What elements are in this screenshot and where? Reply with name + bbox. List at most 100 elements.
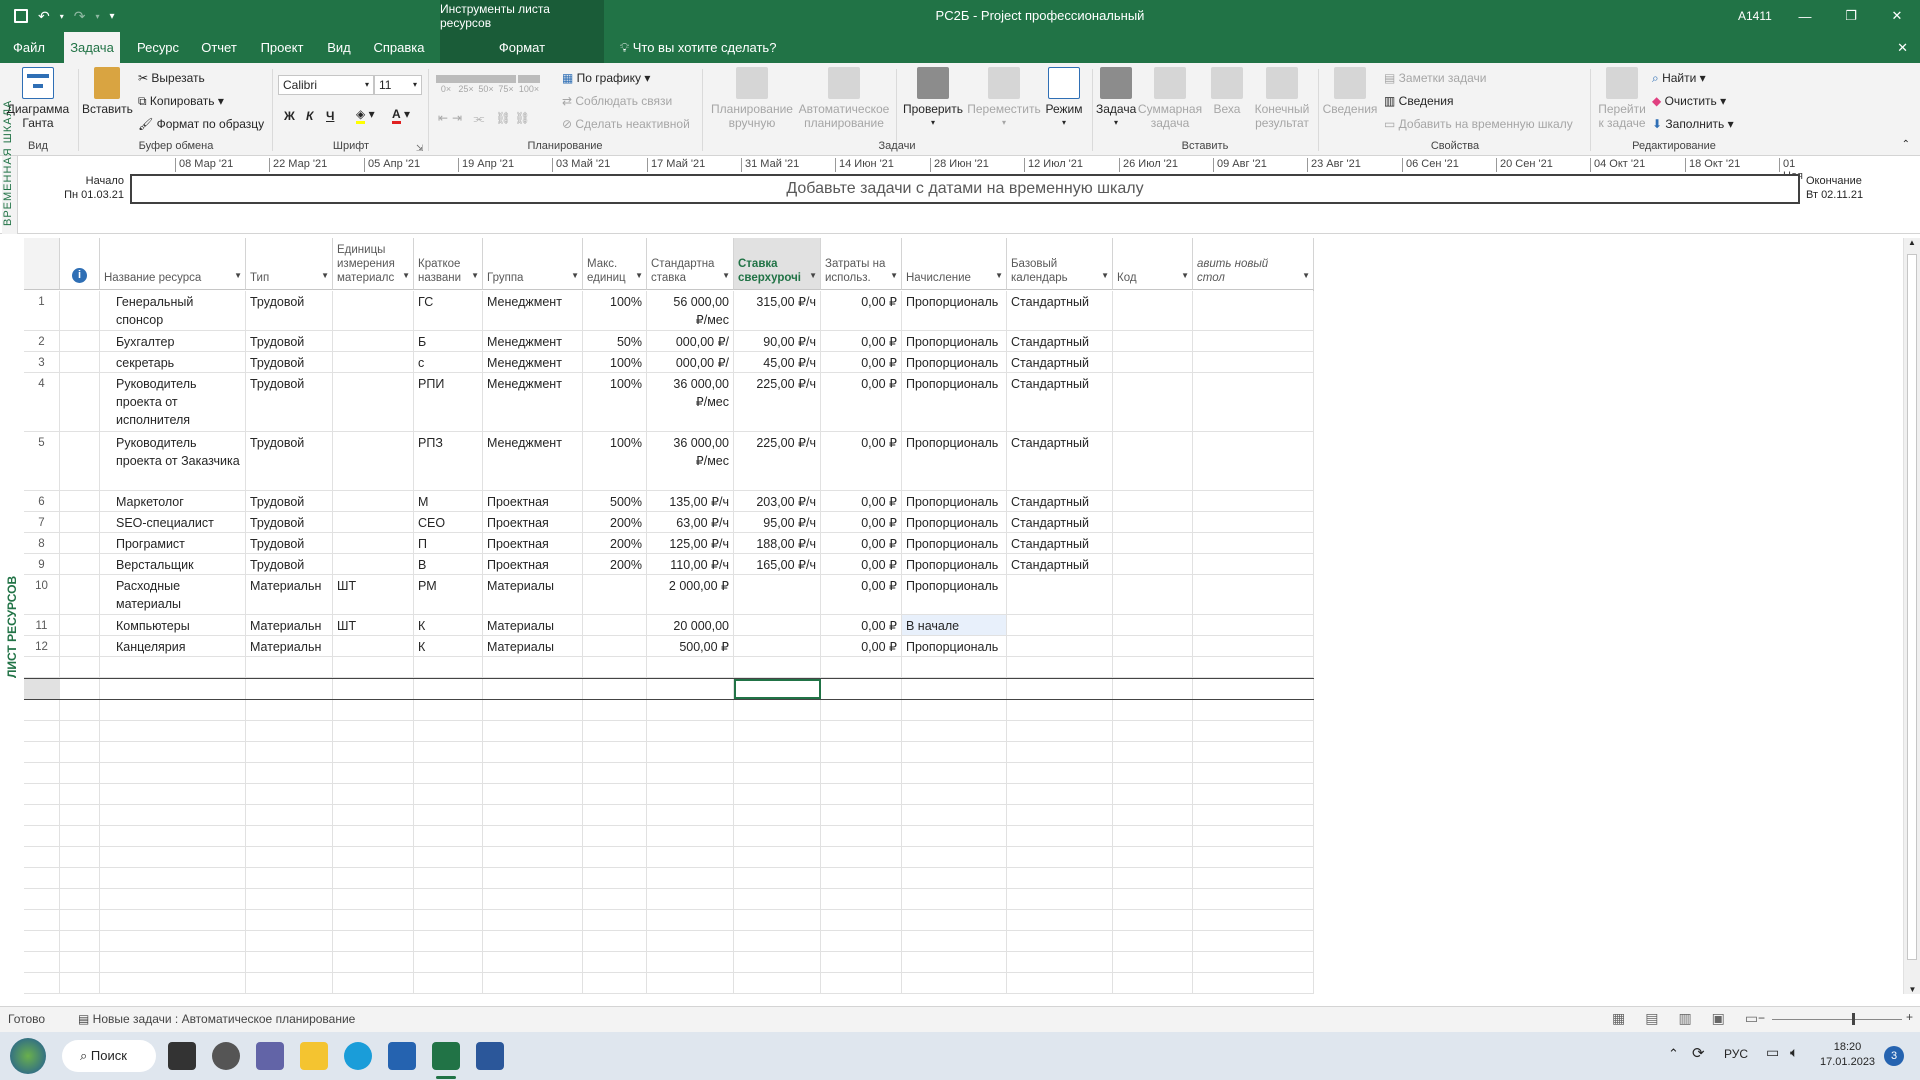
cell-initials[interactable]: М	[414, 491, 483, 511]
cell-group[interactable]: Материалы	[483, 615, 583, 635]
cell-code[interactable]	[1113, 784, 1193, 804]
close-ribbon-icon[interactable]: ✕	[1897, 32, 1908, 63]
add-to-timeline-button[interactable]: ▭ Добавить на временную шкалу	[1384, 117, 1573, 131]
cell-material[interactable]	[333, 554, 414, 574]
cell-type[interactable]	[246, 952, 333, 972]
empty-row[interactable]	[24, 847, 1314, 868]
zoom-slider-thumb[interactable]	[1852, 1013, 1855, 1025]
copy-button[interactable]: ⧉ Копировать ▾	[138, 94, 224, 109]
cell-initials[interactable]	[414, 973, 483, 993]
cell-material[interactable]	[333, 721, 414, 741]
cell-cost[interactable]: 0,00 ₽	[821, 432, 902, 490]
cell-name[interactable]: Руководитель проекта от Заказчика	[100, 432, 246, 490]
cell-ovt[interactable]	[734, 931, 821, 951]
cell-max[interactable]	[583, 952, 647, 972]
cell-ovt[interactable]	[734, 952, 821, 972]
cell-ind[interactable]	[60, 700, 100, 720]
cell-add[interactable]	[1193, 721, 1314, 741]
cell-max[interactable]: 200%	[583, 554, 647, 574]
cell-type[interactable]	[246, 889, 333, 909]
cell-material[interactable]	[333, 805, 414, 825]
cell-type[interactable]	[246, 679, 333, 699]
cell-ind[interactable]	[60, 784, 100, 804]
insert-task-button[interactable]: Задача ▾	[1096, 67, 1136, 130]
cell-name[interactable]	[100, 657, 246, 677]
cell-cost[interactable]	[821, 679, 902, 699]
details-button[interactable]: ▥ Сведения	[1384, 94, 1454, 108]
cell-std[interactable]: 000,00 ₽/мес	[647, 352, 734, 372]
cell-calendar[interactable]	[1007, 742, 1113, 762]
cell-std[interactable]	[647, 679, 734, 699]
cell-ind[interactable]	[60, 826, 100, 846]
cell-cost[interactable]: 0,00 ₽	[821, 615, 902, 635]
empty-row[interactable]	[24, 910, 1314, 931]
cell-add[interactable]	[1193, 952, 1314, 972]
column-filter-icon[interactable]: ▼	[1302, 269, 1310, 283]
cell-code[interactable]	[1113, 826, 1193, 846]
cell-cost[interactable]	[821, 763, 902, 783]
table-row[interactable]: 11 Компьютеры Материальн ШТ К Материалы 20 000…	[24, 615, 1314, 636]
cell-group[interactable]	[483, 700, 583, 720]
cell-initials[interactable]	[414, 889, 483, 909]
cell-name[interactable]	[100, 889, 246, 909]
close-icon[interactable]: ✕	[1874, 0, 1920, 32]
cell-accrue[interactable]	[902, 826, 1007, 846]
cell-cost[interactable]: 0,00 ₽	[821, 575, 902, 614]
cell-ind[interactable]	[60, 868, 100, 888]
cell-material[interactable]	[333, 889, 414, 909]
cell-add[interactable]	[1193, 636, 1314, 656]
cell-material[interactable]	[333, 973, 414, 993]
cell-accrue[interactable]	[902, 931, 1007, 951]
cell-code[interactable]	[1113, 331, 1193, 351]
cell-accrue[interactable]: Пропорциональ	[902, 636, 1007, 656]
cell-group[interactable]	[483, 868, 583, 888]
resource-grid[interactable]: i Название ресурса ▼ Тип ▼ Единицы измерения …	[24, 238, 1314, 994]
cell-std[interactable]	[647, 847, 734, 867]
column-filter-icon[interactable]: ▼	[1101, 269, 1109, 283]
cell-ovt[interactable]: 225,00 ₽/ч	[734, 373, 821, 431]
empty-row[interactable]	[24, 973, 1314, 994]
cell-type[interactable]	[246, 868, 333, 888]
cell-type[interactable]: Трудовой	[246, 331, 333, 351]
cell-material[interactable]	[333, 784, 414, 804]
input-language[interactable]: РУС	[1724, 1047, 1748, 1061]
cell-max[interactable]	[583, 805, 647, 825]
table-row[interactable]: 7 SEO-специалист Трудовой СЕО Проектная 200% 6…	[24, 512, 1314, 533]
cut-button[interactable]: ✂ Вырезать	[138, 71, 205, 85]
cell-code[interactable]	[1113, 847, 1193, 867]
cell-material[interactable]	[333, 331, 414, 351]
cell-max[interactable]: 100%	[583, 432, 647, 490]
cell-ind[interactable]	[60, 847, 100, 867]
pct-50-button[interactable]: 50×	[476, 75, 496, 94]
cell-ind[interactable]	[60, 575, 100, 614]
cell-ind[interactable]	[60, 512, 100, 532]
cell-ind[interactable]	[60, 657, 100, 677]
highlight-color-button[interactable]: ◈ ▾	[356, 107, 375, 124]
cell-group[interactable]	[483, 847, 583, 867]
cell-ind[interactable]	[60, 291, 100, 330]
cell-max[interactable]	[583, 868, 647, 888]
cell-ind[interactable]	[60, 931, 100, 951]
redo-icon[interactable]: ↷	[74, 8, 86, 25]
cell-cost[interactable]	[821, 657, 902, 677]
cell-ovt[interactable]: 203,00 ₽/ч	[734, 491, 821, 511]
user-name[interactable]: A1411	[1738, 0, 1772, 32]
cell-cost[interactable]: 0,00 ₽	[821, 331, 902, 351]
cell-ind[interactable]	[60, 352, 100, 372]
table-row[interactable]: 3 секретарь Трудовой с Менеджмент 100% 000,00 …	[24, 352, 1314, 373]
cell-ind[interactable]	[60, 615, 100, 635]
inactivate-button[interactable]: ⊘ Сделать неактивной	[562, 117, 690, 131]
empty-row[interactable]	[24, 678, 1314, 700]
cell-add[interactable]	[1193, 973, 1314, 993]
table-row[interactable]: 1 Генеральный спонсор Трудовой ГС Менеджмент…	[24, 291, 1314, 331]
cell-code[interactable]	[1113, 931, 1193, 951]
cell-type[interactable]: Трудовой	[246, 291, 333, 330]
cell-cost[interactable]	[821, 784, 902, 804]
empty-row[interactable]	[24, 931, 1314, 952]
tab-project[interactable]: Проект	[250, 32, 314, 63]
cell-add[interactable]	[1193, 784, 1314, 804]
cell-group[interactable]: Менеджмент	[483, 352, 583, 372]
cell-std[interactable]	[647, 805, 734, 825]
empty-row[interactable]	[24, 784, 1314, 805]
cell-code[interactable]	[1113, 636, 1193, 656]
